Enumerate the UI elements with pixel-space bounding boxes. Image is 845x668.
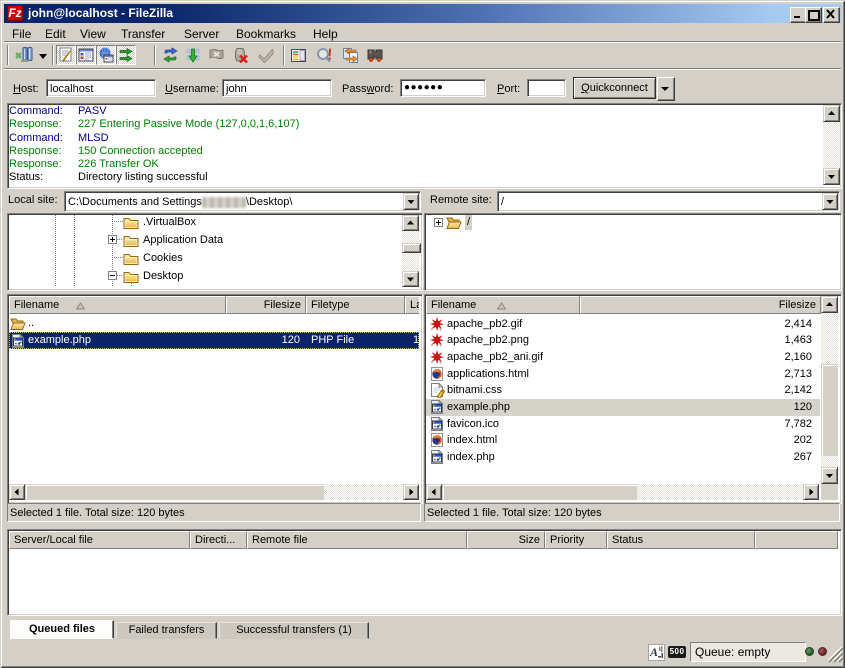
svg-text:A: A <box>649 645 658 659</box>
